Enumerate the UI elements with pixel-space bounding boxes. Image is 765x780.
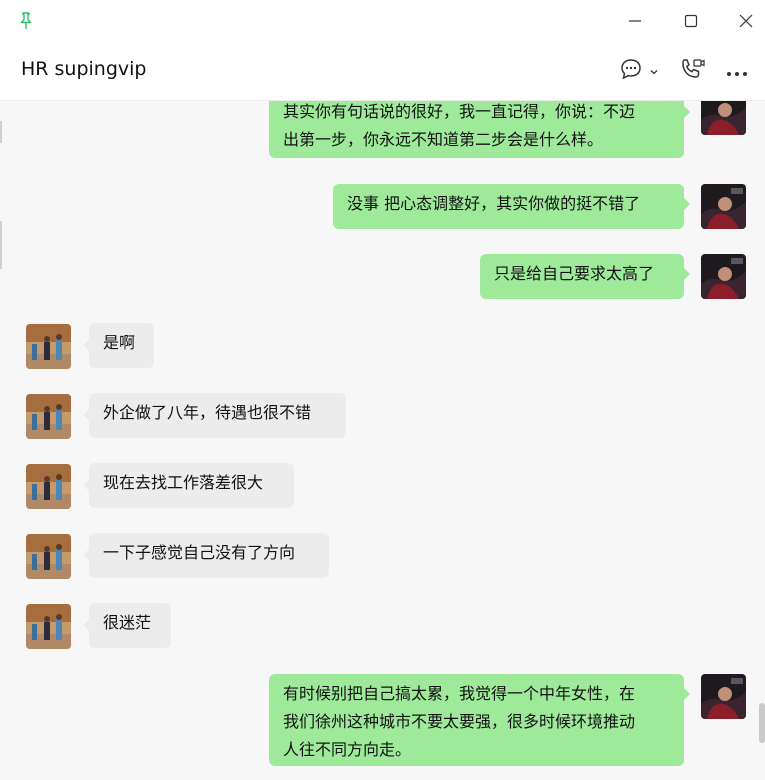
my-avatar[interactable] [701,184,746,229]
chat-title: HR supingvip [21,58,147,80]
message-list[interactable]: 其实你有句话说的很好，我一直记得，你说：不迈 出第一步，你永远不知道第二步会是什… [0,101,765,780]
message-bubble-sent[interactable]: 没事 把心态调整好，其实你做的挺不错了 [333,184,690,229]
chat-header: HR supingvip [0,42,765,101]
resize-edge [0,221,2,269]
contact-avatar[interactable] [26,534,71,579]
message-bubble-received[interactable]: 一下子感觉自己没有了方向 [83,533,329,578]
contact-avatar[interactable] [26,604,71,649]
my-avatar[interactable] [701,254,746,299]
more-button[interactable] [722,56,752,86]
my-avatar[interactable] [701,674,746,719]
message-bubble-sent[interactable]: 只是给自己要求太高了 [480,254,690,299]
scrollbar-thumb[interactable] [759,703,765,743]
resize-edge [0,121,2,143]
chat-bubble-icon [619,57,643,85]
message-bubble-received[interactable]: 是啊 [83,323,154,368]
my-avatar[interactable] [701,101,746,135]
pin-icon[interactable] [16,11,36,31]
message-bubble-received[interactable]: 很迷茫 [83,603,171,648]
chat-bubble-button[interactable] [615,56,663,86]
title-bar [0,0,765,42]
minimize-icon[interactable] [622,8,648,34]
message-bubble-sent[interactable]: 其实你有句话说的很好，我一直记得，你说：不迈 出第一步，你永远不知道第二步会是什… [269,101,690,158]
maximize-icon[interactable] [678,8,704,34]
call-button[interactable] [676,56,708,86]
message-bubble-received[interactable]: 现在去找工作落差很大 [83,463,294,508]
contact-avatar[interactable] [26,464,71,509]
chat-window: HR supingvip 其实你有句话说的很好，我一直记得，你说：不迈 出第一步… [0,0,765,780]
contact-avatar[interactable] [26,394,71,439]
close-icon[interactable] [733,8,759,34]
more-icon [726,62,748,81]
contact-avatar[interactable] [26,324,71,369]
phone-video-icon [679,57,705,85]
chevron-down-icon [649,62,659,81]
message-bubble-received[interactable]: 外企做了八年，待遇也很不错 [83,393,346,438]
message-bubble-sent[interactable]: 有时候别把自己搞太累，我觉得一个中年女性，在 我们徐州这种城市不要太要强，很多时… [269,674,690,766]
